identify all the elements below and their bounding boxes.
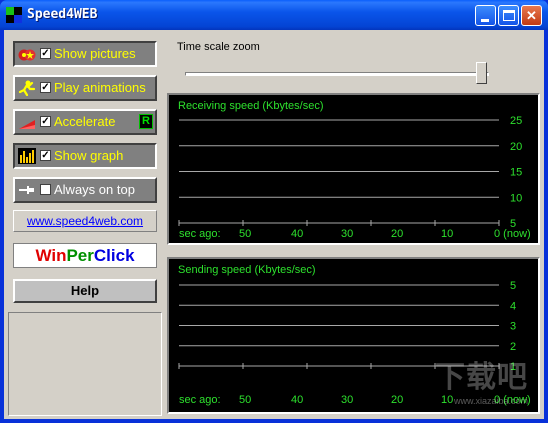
receiving-x-tick-label: 20: [391, 228, 403, 240]
receiving-x-tick-label: 50: [239, 228, 251, 240]
sending-x-tick-label: 40: [291, 394, 303, 406]
receiving-x-tick-label: 30: [341, 228, 353, 240]
pictures-icon: [18, 46, 36, 62]
check-mark-icon: ✓: [41, 82, 50, 93]
receiving-y-tick-label: 10: [510, 192, 522, 204]
app-window: Speed4WEB ✕ ✓ Show pictures ✓ Play anima…: [0, 0, 548, 423]
show-graph-checkbox[interactable]: ✓: [40, 150, 51, 161]
watermark-url: www.xiazaiba.com: [453, 396, 528, 406]
website-link[interactable]: www.speed4web.com: [13, 210, 157, 232]
receiving-x-tick-label: sec ago:: [179, 228, 221, 240]
close-button[interactable]: ✕: [521, 5, 542, 26]
play-animations-label: Play animations: [54, 80, 146, 95]
sending-graph-title: Sending speed (Kbytes/sec): [178, 264, 316, 276]
receiving-y-tick-label: 15: [510, 167, 522, 179]
zoom-slider-thumb[interactable]: [476, 62, 487, 84]
animation-icon: [18, 80, 36, 97]
maximize-icon: [503, 10, 515, 21]
time-scale-zoom-label: Time scale zoom: [177, 41, 260, 53]
show-graph-label: Show graph: [54, 148, 124, 163]
accelerate-badge: R: [139, 114, 153, 129]
title-bar[interactable]: Speed4WEB ✕: [0, 0, 548, 30]
winperclick-per: Per: [66, 246, 94, 265]
sending-y-tick-label: 5: [510, 280, 516, 292]
sending-x-tick-label: 30: [341, 394, 353, 406]
app-icon[interactable]: [6, 7, 22, 23]
close-icon: ✕: [526, 8, 537, 23]
info-panel: [8, 312, 162, 416]
sending-x-tick-label: 20: [391, 394, 403, 406]
winperclick-click: Click: [93, 246, 135, 265]
sending-y-tick-label: 2: [510, 341, 516, 353]
sending-speed-graph: 5 4 3 2 1 sec ago: 50 40 30 20 10 0 (now) Sending s…: [167, 257, 540, 414]
accelerate-checkbox[interactable]: ✓: [40, 116, 51, 127]
receiving-y-tick-label: 25: [510, 115, 522, 127]
receiving-x-tick-label: 40: [291, 228, 303, 240]
maximize-button[interactable]: [498, 5, 519, 26]
show-pictures-label: Show pictures: [54, 46, 136, 61]
zoom-slider-track[interactable]: [185, 72, 489, 76]
check-mark-icon: ✓: [41, 150, 50, 161]
always-on-top-button[interactable]: Always on top: [13, 177, 157, 203]
accelerate-label: Accelerate: [54, 114, 116, 129]
sending-x-tick-label: 50: [239, 394, 251, 406]
receiving-speed-graph: 25 20 15 10 5 sec ago: 50 40 30 20 10 0 (now) Recei…: [167, 93, 540, 245]
winperclick-banner[interactable]: WinPerClick: [13, 243, 157, 268]
receiving-x-tick-label: 10: [441, 228, 453, 240]
show-graph-button[interactable]: ✓ Show graph: [13, 143, 157, 169]
show-pictures-checkbox[interactable]: ✓: [40, 48, 51, 59]
sending-x-tick-label: sec ago:: [179, 394, 221, 406]
accelerate-icon: [18, 114, 36, 130]
show-pictures-button[interactable]: ✓ Show pictures: [13, 41, 157, 67]
winperclick-win: Win: [35, 246, 67, 265]
accelerate-button[interactable]: ✓ Accelerate R: [13, 109, 157, 135]
graph-icon: [18, 148, 36, 164]
always-on-top-checkbox[interactable]: [40, 184, 51, 195]
help-button[interactable]: Help: [13, 279, 157, 303]
receiving-y-tick-label: 20: [510, 141, 522, 153]
receiving-graph-title: Receiving speed (Kbytes/sec): [178, 100, 324, 112]
play-animations-button[interactable]: ✓ Play animations: [13, 75, 157, 101]
check-mark-icon: ✓: [41, 48, 50, 59]
main-panel: ✓ Show pictures ✓ Play animations ✓ Acce…: [4, 30, 544, 419]
play-animations-checkbox[interactable]: ✓: [40, 82, 51, 93]
always-on-top-label: Always on top: [54, 182, 135, 197]
sending-y-tick-label: 3: [510, 321, 516, 333]
sending-y-tick-label: 4: [510, 300, 516, 312]
pin-icon: [18, 182, 36, 198]
window-title: Speed4WEB: [27, 7, 98, 22]
check-mark-icon: ✓: [41, 116, 50, 127]
minimize-button[interactable]: [475, 5, 496, 26]
receiving-x-tick-label: 0 (now): [494, 228, 531, 240]
watermark: 下载吧 www.xiazaiba.com: [435, 352, 528, 406]
minimize-icon: [481, 19, 489, 22]
watermark-logo: 下载吧: [435, 361, 528, 394]
receiving-graph-canvas: 252015105sec ago: 50 40 30 20 10 0 (now): [178, 115, 531, 240]
